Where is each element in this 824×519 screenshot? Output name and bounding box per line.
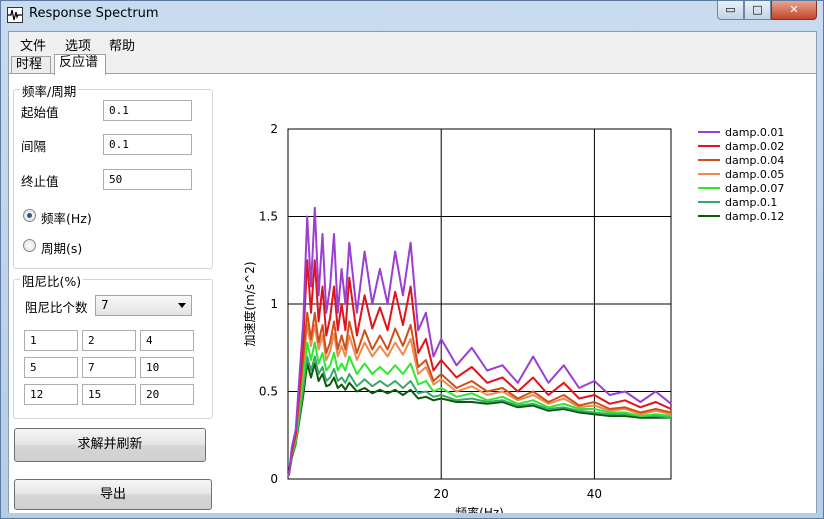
export-button[interactable]: 导出 bbox=[14, 479, 212, 510]
x-tick-label: 40 bbox=[587, 487, 602, 501]
menu-help[interactable]: 帮助 bbox=[109, 35, 135, 54]
tab-panel: 频率/周期 起始值 0.1 间隔 0.1 终止值 50 频率(Hz) 周期(s)… bbox=[9, 73, 816, 513]
title-bar[interactable]: Response Spectrum ▭ □ ✕ bbox=[1, 1, 823, 29]
chevron-down-icon bbox=[178, 303, 186, 308]
legend-entry: damp.0.04 bbox=[725, 154, 784, 167]
damping-count-value: 7 bbox=[101, 298, 109, 312]
end-label: 终止值 bbox=[21, 174, 59, 189]
damping-count-select[interactable]: 7 bbox=[95, 295, 192, 316]
menu-file[interactable]: 文件 bbox=[20, 35, 46, 54]
legend-entry: damp.0.01 bbox=[725, 126, 784, 139]
radio-period[interactable] bbox=[23, 239, 36, 252]
damping-input-6[interactable]: 10 bbox=[140, 357, 194, 378]
damping-input-1[interactable]: 1 bbox=[24, 330, 78, 351]
y-tick-label: 0 bbox=[270, 472, 278, 486]
response-spectrum-chart: 00.511.5220 40频率(Hz)加速度(m/s^2)damp.0.01da… bbox=[242, 122, 784, 513]
start-input[interactable]: 0.1 bbox=[103, 100, 192, 121]
y-tick-label: 1 bbox=[270, 297, 278, 311]
main-window: Response Spectrum ▭ □ ✕ 文件 选项 帮助 时程 反应谱 … bbox=[0, 0, 824, 519]
legend-entry: damp.0.1 bbox=[725, 196, 777, 209]
minimize-button[interactable]: ▭ bbox=[717, 1, 744, 20]
damping-input-3[interactable]: 4 bbox=[140, 330, 194, 351]
menu-options[interactable]: 选项 bbox=[65, 35, 91, 54]
radio-period-label[interactable]: 周期(s) bbox=[41, 238, 82, 257]
damping-input-9[interactable]: 20 bbox=[140, 384, 194, 405]
radio-frequency-label[interactable]: 频率(Hz) bbox=[41, 208, 92, 227]
solve-refresh-button[interactable]: 求解并刷新 bbox=[14, 428, 206, 462]
step-label: 间隔 bbox=[21, 139, 47, 154]
damping-count-label: 阻尼比个数 bbox=[25, 300, 88, 315]
maximize-button[interactable]: □ bbox=[744, 1, 771, 20]
window-title: Response Spectrum bbox=[29, 6, 159, 21]
freq-group-title: 频率/周期 bbox=[20, 81, 79, 100]
legend-entry: damp.0.02 bbox=[725, 140, 784, 153]
y-axis-label: 加速度(m/s^2) bbox=[242, 261, 257, 346]
damping-input-5[interactable]: 7 bbox=[82, 357, 136, 378]
damping-input-2[interactable]: 2 bbox=[82, 330, 136, 351]
menu-bar: 文件 选项 帮助 bbox=[9, 32, 816, 54]
x-axis-label: 频率(Hz) bbox=[455, 505, 504, 513]
tab-time-history[interactable]: 时程 bbox=[11, 56, 51, 74]
y-tick-label: 0.5 bbox=[259, 385, 278, 399]
damping-input-4[interactable]: 5 bbox=[24, 357, 78, 378]
step-input[interactable]: 0.1 bbox=[103, 134, 192, 155]
damping-group: 阻尼比(%) 阻尼比个数 7 1 2 4 5 7 10 12 15 20 bbox=[13, 271, 213, 419]
legend-entry: damp.0.12 bbox=[725, 210, 784, 223]
y-tick-label: 1.5 bbox=[259, 210, 278, 224]
tab-response-spectrum[interactable]: 反应谱 bbox=[54, 54, 106, 75]
close-button[interactable]: ✕ bbox=[771, 1, 817, 20]
legend-entry: damp.0.05 bbox=[725, 168, 784, 181]
y-tick-label: 2 bbox=[270, 122, 278, 136]
radio-frequency[interactable] bbox=[23, 209, 36, 222]
freq-group: 频率/周期 起始值 0.1 间隔 0.1 终止值 50 频率(Hz) 周期(s) bbox=[13, 81, 213, 269]
tab-strip: 时程 反应谱 bbox=[9, 54, 816, 75]
damping-input-8[interactable]: 15 bbox=[82, 384, 136, 405]
end-input[interactable]: 50 bbox=[103, 169, 192, 190]
damping-group-title: 阻尼比(%) bbox=[20, 271, 84, 290]
start-label: 起始值 bbox=[21, 105, 59, 120]
app-waveform-icon bbox=[7, 7, 23, 23]
legend-entry: damp.0.07 bbox=[725, 182, 784, 195]
client-area: 文件 选项 帮助 时程 反应谱 频率/周期 起始值 0.1 间隔 0.1 终止值… bbox=[8, 31, 817, 513]
x-tick-label: 20 bbox=[434, 487, 449, 501]
damping-input-7[interactable]: 12 bbox=[24, 384, 78, 405]
